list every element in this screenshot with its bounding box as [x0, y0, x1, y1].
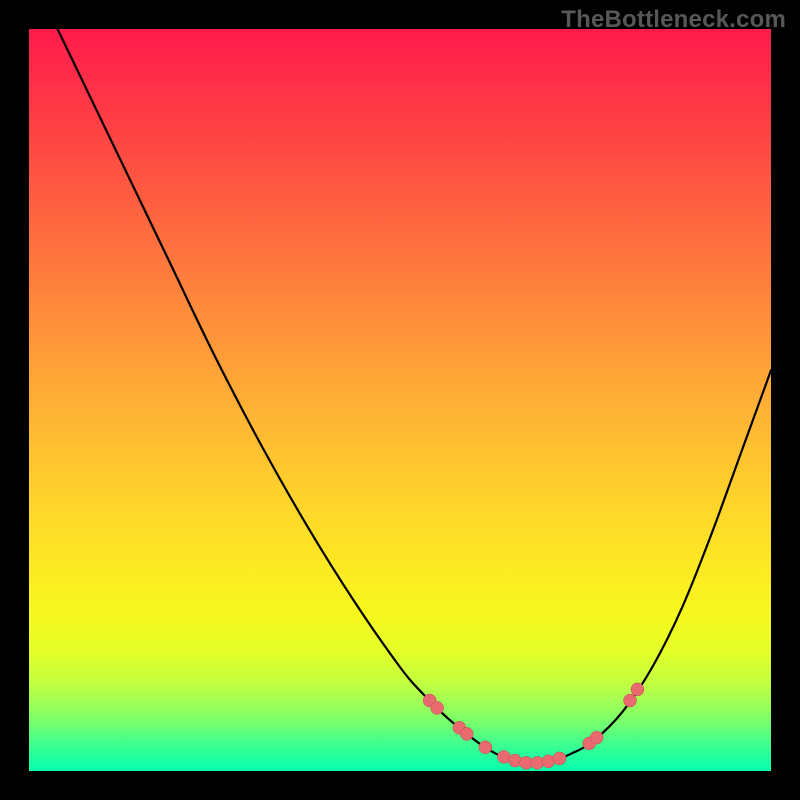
curve-marker [460, 727, 473, 740]
bottleneck-curve-layer [29, 29, 771, 771]
plot-area [29, 29, 771, 771]
chart-frame: TheBottleneck.com [0, 0, 800, 800]
curve-marker [553, 752, 566, 765]
curve-marker [590, 731, 603, 744]
curve-marker [479, 741, 492, 754]
bottleneck-curve [29, 29, 771, 763]
curve-marker [431, 701, 444, 714]
curve-marker [624, 694, 637, 707]
watermark-text: TheBottleneck.com [561, 6, 786, 34]
curve-marker [542, 755, 555, 768]
curve-marker [509, 754, 522, 767]
curve-marker [631, 683, 644, 696]
